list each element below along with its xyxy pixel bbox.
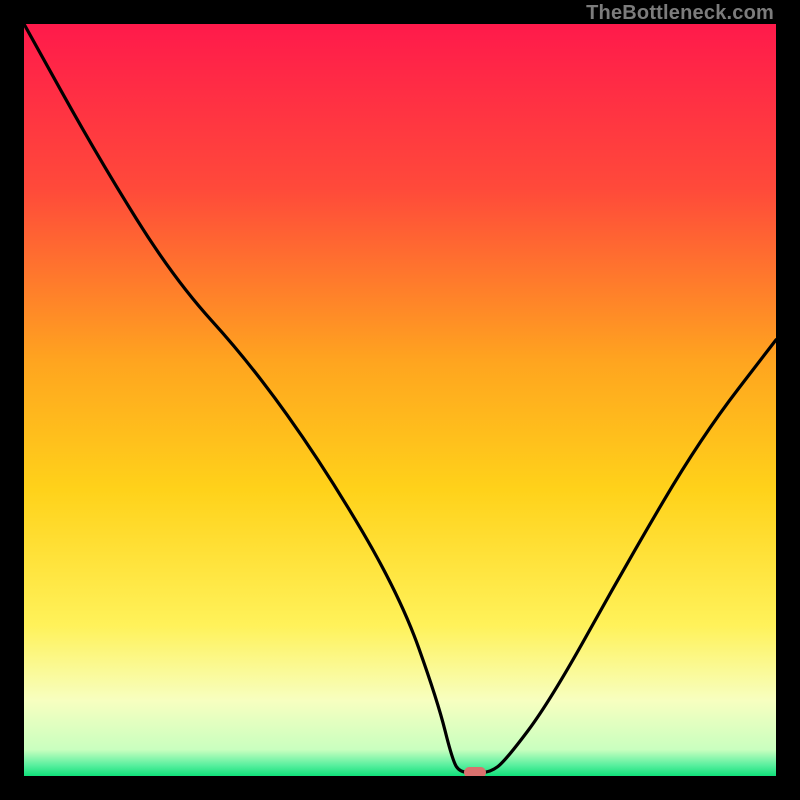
watermark-text: TheBottleneck.com [586, 2, 774, 25]
bottleneck-curve-path [24, 24, 776, 772]
chart-frame: TheBottleneck.com [0, 0, 800, 800]
optimum-marker [464, 767, 486, 776]
curve-layer [24, 24, 776, 776]
plot-area [24, 24, 776, 776]
